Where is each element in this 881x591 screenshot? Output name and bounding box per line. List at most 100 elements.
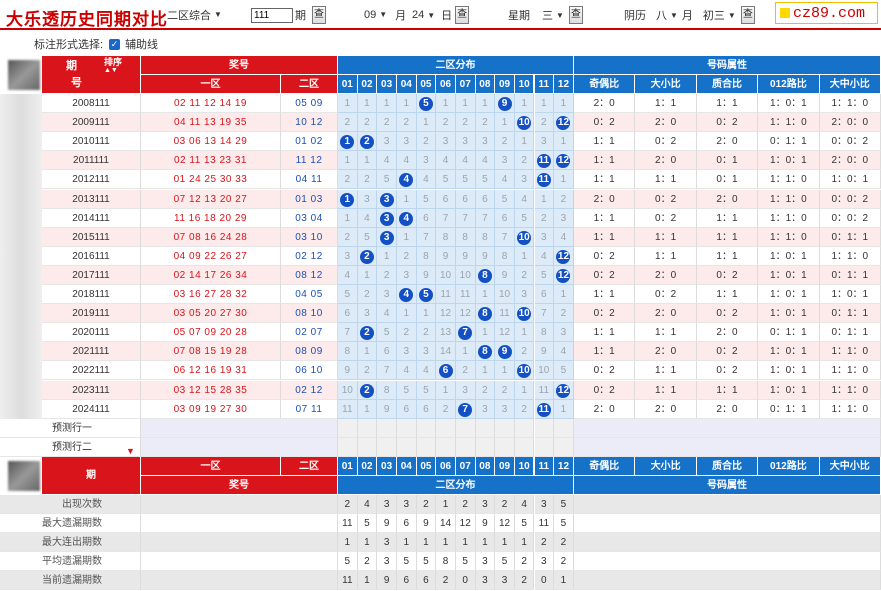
prediction-dist-cell[interactable] <box>436 418 456 438</box>
prediction-dist-cell[interactable] <box>377 418 397 438</box>
brand-logo[interactable]: cz89.com <box>775 2 878 24</box>
attr-value: 1：1：0 <box>758 170 820 190</box>
miss-count: 5 <box>357 227 378 247</box>
attr-value: 0：1：1 <box>819 227 881 247</box>
month-select[interactable]: 09 ▼ 月 <box>362 6 406 23</box>
miss-count: 1 <box>534 189 555 209</box>
sort-arrows-icon[interactable]: ▲▼ <box>104 67 118 75</box>
zone2-numbers: 01 02 <box>281 132 338 152</box>
stat-value: 3 <box>534 552 555 572</box>
prediction-prize-cell <box>141 437 338 457</box>
period-header[interactable]: 期 排序 ▲▼ 号 <box>42 56 141 94</box>
miss-count: 1 <box>475 361 496 381</box>
miss-count: 6 <box>436 189 456 209</box>
prediction-dist-cell[interactable] <box>514 437 535 457</box>
prediction-dist-cell[interactable] <box>436 437 456 457</box>
miss-count: 5 <box>436 170 456 190</box>
miss-count: 7 <box>416 227 437 247</box>
day-suffix: 日 <box>441 10 453 22</box>
hit-ball: 8 <box>475 342 496 362</box>
miss-count: 6 <box>416 399 437 419</box>
stat-value: 8 <box>436 552 456 572</box>
miss-count: 13 <box>436 323 456 343</box>
period-suffix: 期 <box>295 10 306 22</box>
prediction-dist-cell[interactable] <box>495 418 515 438</box>
stat-value: 11 <box>338 571 358 591</box>
query-button-weekday[interactable]: 查 <box>568 6 583 24</box>
stat-value: 5 <box>495 552 515 572</box>
guideline-checkbox[interactable]: ✓ <box>109 38 121 50</box>
zone-select[interactable]: 二区综合 ▼ <box>165 6 224 23</box>
attr-value: 1：1：0 <box>819 380 881 400</box>
attr-col-2: 质合比 <box>696 456 759 476</box>
ball-icon: 12 <box>556 116 571 131</box>
prediction-dist-cell[interactable] <box>357 437 378 457</box>
miss-count: 11 <box>534 380 555 400</box>
miss-count: 4 <box>495 170 515 190</box>
attr-value: 0：2 <box>635 189 697 209</box>
period-cell: 2023111 <box>42 380 141 400</box>
query-button-date[interactable]: 查 <box>455 6 470 24</box>
prediction-dist-cell[interactable] <box>396 418 417 438</box>
attr-value: 1：1 <box>574 323 636 343</box>
prediction-dist-cell[interactable] <box>534 437 555 457</box>
stat-value: 3 <box>377 494 397 514</box>
weekday-select[interactable]: 三 ▼ <box>540 7 566 24</box>
attr-value: 1：0：1 <box>819 170 881 190</box>
attr-value: 0：2 <box>574 246 636 266</box>
attr-value: 1：1 <box>574 227 636 247</box>
prediction-dist-cell[interactable] <box>455 437 476 457</box>
miss-count: 4 <box>396 151 417 171</box>
miss-count: 7 <box>338 323 358 343</box>
miss-count: 14 <box>436 342 456 362</box>
prediction-dist-cell[interactable] <box>396 437 417 457</box>
miss-count: 5 <box>554 361 574 381</box>
miss-count: 2 <box>475 380 496 400</box>
miss-count: 5 <box>377 170 397 190</box>
prediction-dist-cell[interactable] <box>416 437 437 457</box>
stat-value: 2 <box>416 494 437 514</box>
stat-value: 6 <box>396 514 417 534</box>
weekday-group: 星期 三 ▼ 查 <box>508 6 583 24</box>
prediction-dist-cell[interactable] <box>514 418 535 438</box>
ball-icon: 1 <box>340 135 355 150</box>
attr-value: 1：0：1 <box>758 151 820 171</box>
miss-count: 4 <box>554 342 574 362</box>
prediction-dist-cell[interactable] <box>534 418 555 438</box>
day-select[interactable]: 24 ▼ 日 查 <box>410 6 470 24</box>
period-input[interactable] <box>251 7 293 23</box>
sort-toggle[interactable]: 排序 <box>104 57 122 67</box>
month-suffix: 月 <box>395 9 407 22</box>
prediction-dist-cell[interactable] <box>554 418 574 438</box>
lunar-day-select[interactable]: 初三 ▼ <box>701 7 738 24</box>
prediction-dist-cell[interactable] <box>455 418 476 438</box>
prediction-dist-cell[interactable] <box>357 418 378 438</box>
prediction-dist-cell[interactable] <box>495 437 515 457</box>
miss-count: 1 <box>416 304 437 324</box>
period-cell: 2017111 <box>42 265 141 285</box>
prediction-dist-cell[interactable] <box>554 437 574 457</box>
prediction-dist-cell[interactable] <box>475 437 496 457</box>
prediction-dist-cell[interactable] <box>475 418 496 438</box>
attr-value: 2：0 <box>635 304 697 324</box>
hit-ball: 4 <box>396 208 417 228</box>
stat-value: 0 <box>534 571 555 591</box>
query-button-lunar[interactable]: 查 <box>740 6 755 24</box>
prediction-dist-cell[interactable] <box>377 437 397 457</box>
lunar-month-select[interactable]: 八 ▼ <box>654 7 680 24</box>
ball-icon: 1 <box>340 192 355 207</box>
chevron-down-icon: ▼ <box>427 10 436 20</box>
miss-count: 2 <box>495 132 515 152</box>
attr-value: 2：0：0 <box>819 113 881 133</box>
attr-col-3: 012路比 <box>758 456 820 476</box>
query-button-period[interactable]: 查 <box>312 6 326 24</box>
attr-value: 0：2 <box>574 304 636 324</box>
prediction-dist-cell[interactable] <box>416 418 437 438</box>
prediction-dist-cell[interactable] <box>338 418 358 438</box>
miss-count: 2 <box>338 227 358 247</box>
miss-count: 1 <box>495 113 515 133</box>
miss-count: 9 <box>475 246 496 266</box>
prediction-dist-cell[interactable] <box>338 437 358 457</box>
hit-ball: 2 <box>357 132 378 152</box>
ball-icon: 2 <box>359 249 374 264</box>
